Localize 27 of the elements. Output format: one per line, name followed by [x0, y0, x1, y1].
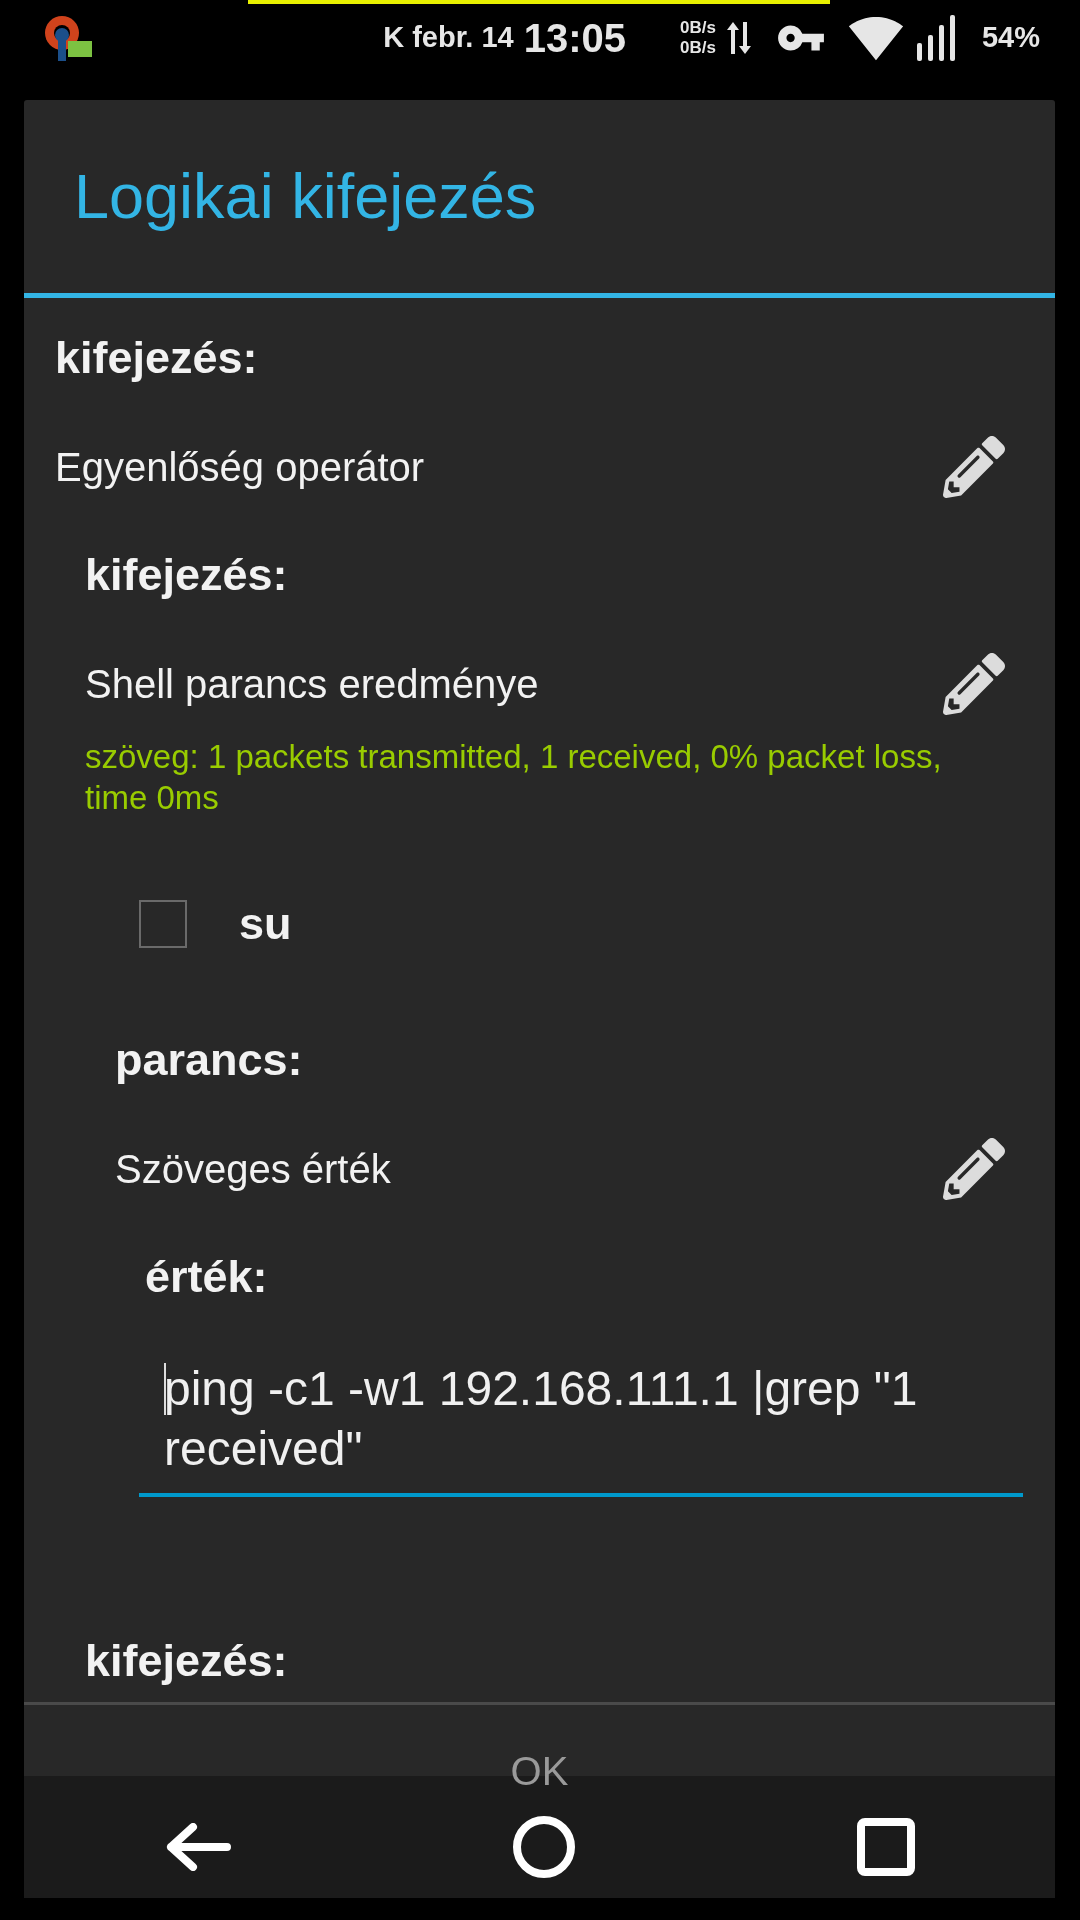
expression-type: Shell parancs eredménye — [85, 660, 539, 708]
edit-icon[interactable] — [943, 652, 1005, 715]
recents-icon[interactable] — [856, 1818, 915, 1876]
data-transfer-icon — [725, 20, 752, 56]
back-icon[interactable] — [164, 1823, 231, 1871]
edit-icon[interactable] — [943, 1137, 1005, 1200]
clock: 13:05 — [523, 15, 627, 62]
download-speed: 0B/s — [680, 38, 716, 58]
edit-icon[interactable] — [943, 435, 1005, 498]
upload-speed: 0B/s — [680, 18, 716, 38]
section-label: kifejezés: — [85, 1634, 288, 1689]
command-field[interactable]: ping -c1 -w1 192.168.111.1 |grep "1 received" — [139, 1359, 1023, 1497]
signal-icon — [915, 15, 956, 61]
date: K febr. 14 — [383, 20, 514, 56]
section-label: kifejezés: — [85, 548, 288, 603]
battery-percentage: 54% — [981, 20, 1040, 56]
result-text: szöveg: 1 packets transmitted, 1 received, 0% packet loss, time 0ms — [85, 737, 943, 818]
ok-button[interactable]: OK — [490, 1741, 589, 1801]
dialog-title: Logikai kifejezés — [74, 160, 537, 234]
expression-type: Egyenlőség operátor — [55, 443, 425, 491]
section-label: parancs: — [115, 1033, 303, 1088]
checkbox[interactable] — [139, 900, 187, 948]
section-label: kifejezés: — [55, 331, 258, 386]
section-label: érték: — [145, 1250, 268, 1305]
expression-type: Szöveges érték — [115, 1145, 391, 1193]
home-icon[interactable] — [511, 1815, 576, 1879]
checkbox-label: su — [239, 897, 292, 952]
